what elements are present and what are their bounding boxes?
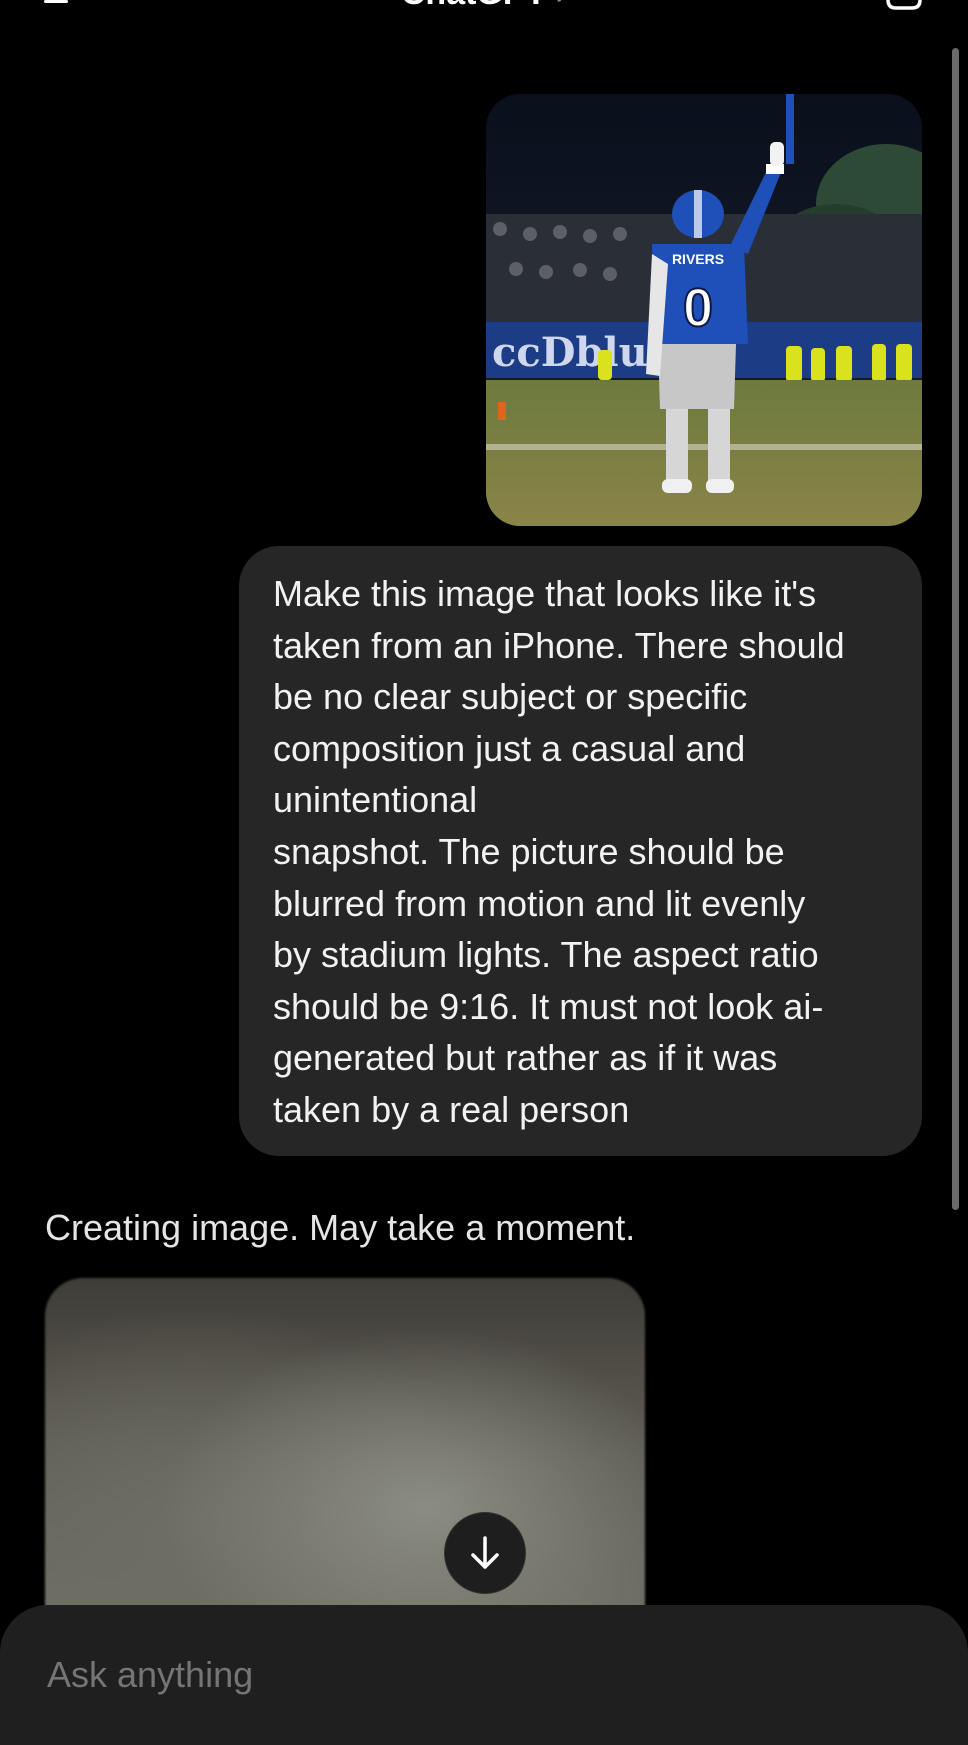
page-title[interactable]: ChatGPT › — [0, 0, 968, 13]
football-player-photo: ccDblu RIVERS 0 — [486, 94, 922, 526]
model-name: ChatGPT — [401, 0, 546, 12]
jersey-name: RIVERS — [672, 251, 724, 267]
user-attached-photo[interactable]: ccDblu RIVERS 0 — [486, 94, 922, 526]
user-message-text: Make this image that looks like it's tak… — [273, 573, 845, 1130]
composer — [0, 1605, 968, 1745]
scroll-down-button[interactable] — [444, 1512, 526, 1594]
new-chat-icon[interactable] — [884, 0, 924, 18]
top-bar: ChatGPT › — [0, 0, 968, 40]
chevron-right-icon: › — [556, 0, 567, 12]
assistant-status-text: Creating image. May take a moment. — [45, 1207, 636, 1248]
user-message-bubble: Make this image that looks like it's tak… — [239, 546, 922, 1156]
svg-text:ccDblu: ccDblu — [492, 329, 648, 376]
scrollbar[interactable] — [952, 48, 959, 1210]
message-input[interactable] — [45, 1653, 849, 1697]
arrow-down-icon — [471, 1536, 499, 1569]
jersey-number: 0 — [683, 278, 713, 338]
